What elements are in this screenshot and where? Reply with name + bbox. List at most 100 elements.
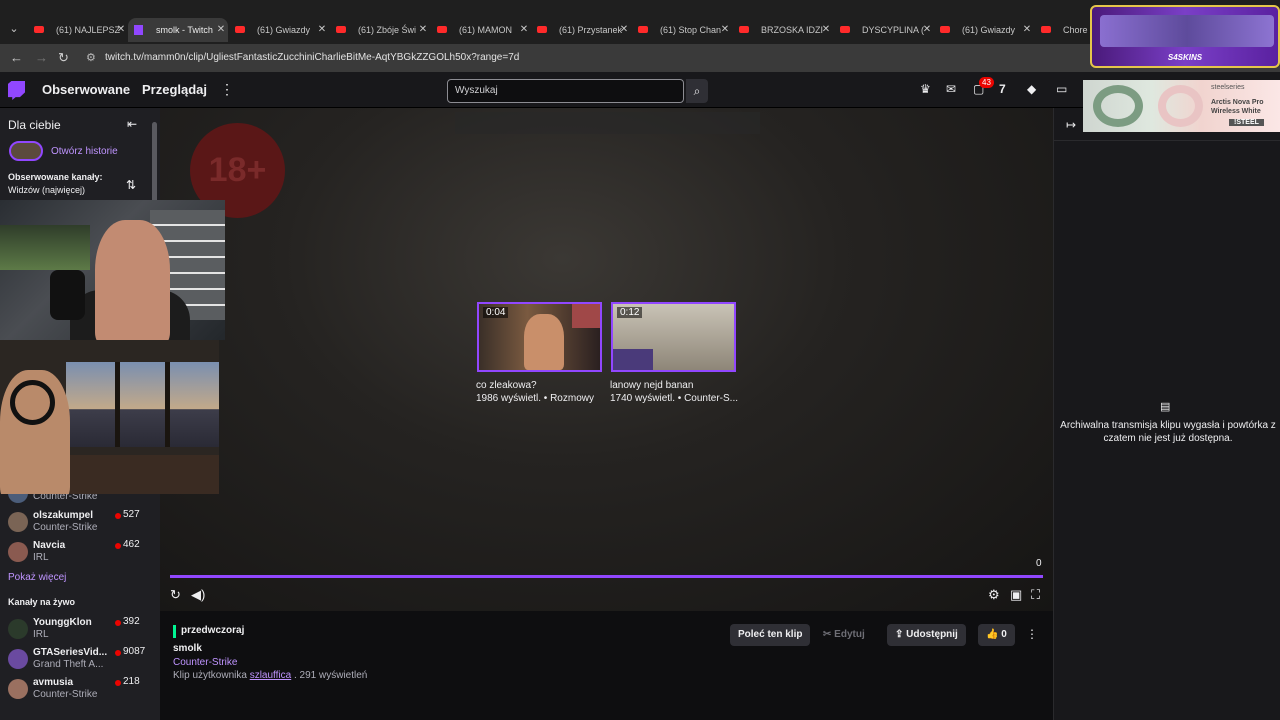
browser-tab[interactable]: BRZOSKA IDZI ✕ xyxy=(733,18,833,42)
progress-bar[interactable] xyxy=(170,575,1043,578)
ad-graphic xyxy=(1100,15,1274,47)
youtube-icon xyxy=(336,26,346,33)
followed-channel-row[interactable]: olszakumpel Counter-Strike 527 xyxy=(0,508,152,536)
browser-tab[interactable]: (61) Przystanek ✕ xyxy=(531,18,631,42)
bits-diamond-icon[interactable]: ◆ xyxy=(1027,82,1036,96)
site-info-icon[interactable]: ⚙ xyxy=(86,51,96,64)
close-tab-icon[interactable]: ✕ xyxy=(617,18,631,42)
webcam-overlay-1 xyxy=(0,200,225,340)
followed-channel-row[interactable]: Navcia IRL 462 xyxy=(0,538,152,566)
open-history-link[interactable]: Otwórz historie xyxy=(51,146,118,157)
browser-tab[interactable]: (61) Gwiazdy ✕ xyxy=(934,18,1034,42)
clip-thumbnail[interactable]: 0:04 xyxy=(477,302,602,372)
url-field[interactable]: twitch.tv/mamm0n/clip/UgliestFantasticZu… xyxy=(105,52,519,63)
search-icon[interactable]: ⌕ xyxy=(686,79,708,103)
close-tab-icon[interactable]: ✕ xyxy=(819,18,833,42)
close-tab-icon[interactable]: ✕ xyxy=(517,18,531,42)
expand-chat-icon[interactable]: ↦ xyxy=(1066,118,1076,132)
channel-name: avmusia xyxy=(33,677,74,688)
more-options-icon[interactable]: ⋮ xyxy=(1026,627,1038,641)
browser-tab[interactable]: (61) Gwiazdy ✕ xyxy=(229,18,329,42)
live-channel-row[interactable]: GTASeriesVid... Grand Theft A... 9087 xyxy=(0,645,152,673)
browser-tab[interactable]: DYSCYPLINA (✕ xyxy=(834,18,934,42)
settings-gear-icon[interactable]: ⚙ xyxy=(988,587,1000,603)
avatar xyxy=(8,542,28,562)
inbox-icon[interactable]: ✉ xyxy=(946,82,956,96)
youtube-icon xyxy=(739,26,749,33)
more-options-icon[interactable]: ⋮ xyxy=(220,81,234,98)
thumbs-up-icon: 👍 xyxy=(986,629,1002,640)
live-dot-icon xyxy=(115,543,121,549)
channel-name: GTASeriesVid... xyxy=(33,647,108,658)
edit-clip-button[interactable]: ✂ Edytuj xyxy=(815,624,873,646)
nav-following-link[interactable]: Obserwowane xyxy=(42,82,130,97)
close-tab-icon[interactable]: ✕ xyxy=(920,18,934,42)
clip-thumbnail[interactable]: 0:12 xyxy=(611,302,736,372)
watch-party-icon[interactable]: ▭ xyxy=(1056,82,1067,96)
twitch-logo-icon[interactable] xyxy=(8,81,25,100)
replay-icon[interactable]: ↻ xyxy=(170,587,181,603)
browser-tab[interactable]: (61) MAMON ✕ xyxy=(431,18,531,42)
clip-title[interactable]: lanowy nejd banan xyxy=(610,380,693,391)
skins-ad-banner[interactable]: S4SKINS xyxy=(1090,5,1280,68)
close-tab-icon[interactable]: ✕ xyxy=(416,18,430,42)
browser-tab[interactable]: (61) NAJLEPSZ ✕ xyxy=(28,18,128,42)
show-more-link[interactable]: Pokaż więcej xyxy=(8,572,66,583)
close-tab-icon[interactable]: ✕ xyxy=(214,18,228,42)
channel-name: olszakumpel xyxy=(33,510,94,521)
tab-list-chevron-icon[interactable]: ⌄ xyxy=(6,21,22,37)
youtube-icon xyxy=(840,26,850,33)
address-bar: ← → ↻ ⚙ twitch.tv/mamm0n/clip/UgliestFan… xyxy=(0,44,1280,72)
reload-icon[interactable]: ↻ xyxy=(58,50,69,66)
collapse-sidebar-icon[interactable]: ⇤ xyxy=(127,117,137,131)
recommended-clip-card[interactable]: 0:12 lanowy nejd banan 1740 wyświetl. • … xyxy=(610,302,738,412)
clip-game-link[interactable]: Counter-Strike xyxy=(173,657,237,668)
live-channels-heading: Kanały na żywo xyxy=(8,597,76,607)
viewer-count: 218 xyxy=(123,676,140,687)
close-tab-icon[interactable]: ✕ xyxy=(114,18,128,42)
clip-duration: 0:12 xyxy=(617,307,643,318)
forward-arrow-icon[interactable]: → xyxy=(35,50,48,65)
extension-7tv-icon[interactable]: 7 xyxy=(999,82,1006,96)
channel-game: IRL xyxy=(33,552,49,563)
prime-crown-icon[interactable]: ♛ xyxy=(920,82,931,96)
steelseries-ad-banner[interactable]: steelseries Arctis Nova Pro Wireless Whi… xyxy=(1083,80,1280,132)
webcam-overlay-2 xyxy=(0,340,219,494)
live-dot-icon xyxy=(115,620,121,626)
close-tab-icon[interactable]: ✕ xyxy=(718,18,732,42)
browser-tab[interactable]: (61) Stop Chan ✕ xyxy=(632,18,732,42)
live-channel-row[interactable]: avmusia Counter-Strike 218 xyxy=(0,675,152,703)
channel-name: YounggKlon xyxy=(33,617,92,628)
close-tab-icon[interactable]: ✕ xyxy=(315,18,329,42)
clip-title[interactable]: co zleakowa? xyxy=(476,380,537,391)
share-icon: ⇪ xyxy=(895,629,907,640)
recommended-clip-card[interactable]: 0:04 co zleakowa? 1986 wyświetl. • Rozmo… xyxy=(476,302,602,412)
clip-channel-title[interactable]: smolk xyxy=(173,643,202,654)
youtube-icon xyxy=(34,26,44,33)
share-button[interactable]: ⇪ Udostępnij xyxy=(887,624,966,646)
like-button[interactable]: 👍 0 xyxy=(978,624,1015,646)
clip-meta: 1986 wyświetl. • Rozmowy xyxy=(476,393,594,404)
fullscreen-icon[interactable]: ⛶ xyxy=(1031,587,1040,603)
avatar xyxy=(8,512,28,532)
browser-tab-strip: ⌄ (61) NAJLEPSZ ✕ smolk - Twitch ✕ (61) Gw… xyxy=(0,0,1280,44)
chat-panel: ↦ ▤ Archiwalna transmisja klipu wygasła … xyxy=(1053,108,1280,720)
recommend-clip-button[interactable]: Poleć ten klip xyxy=(730,624,811,646)
sort-icon[interactable]: ⇅ xyxy=(126,178,136,192)
browser-tab-active[interactable]: smolk - Twitch ✕ xyxy=(128,18,228,42)
clip-author-link[interactable]: szlauffica xyxy=(250,670,292,681)
browser-tab[interactable]: (61) Zbóje Świ ✕ xyxy=(330,18,430,42)
search-input[interactable]: Wyszukaj xyxy=(447,79,684,103)
browser-tab[interactable]: Chore U xyxy=(1035,18,1090,42)
live-channel-row[interactable]: YounggKlon IRL 392 xyxy=(0,615,152,643)
volume-icon[interactable]: ◀) xyxy=(191,587,205,603)
clip-video-player[interactable]: 18+ 0:04 co zleakowa? 1986 wyświetl. • R… xyxy=(160,108,1053,611)
live-dot-icon xyxy=(115,650,121,656)
theatre-mode-icon[interactable]: ▣ xyxy=(1010,587,1022,603)
channel-game: Grand Theft A... xyxy=(33,659,104,670)
back-arrow-icon[interactable]: ← xyxy=(10,50,23,65)
close-tab-icon[interactable]: ✕ xyxy=(1020,18,1034,42)
nav-browse-link[interactable]: Przeglądaj xyxy=(142,82,207,97)
headphones-graphic xyxy=(1158,85,1203,127)
window-frame xyxy=(115,362,120,447)
